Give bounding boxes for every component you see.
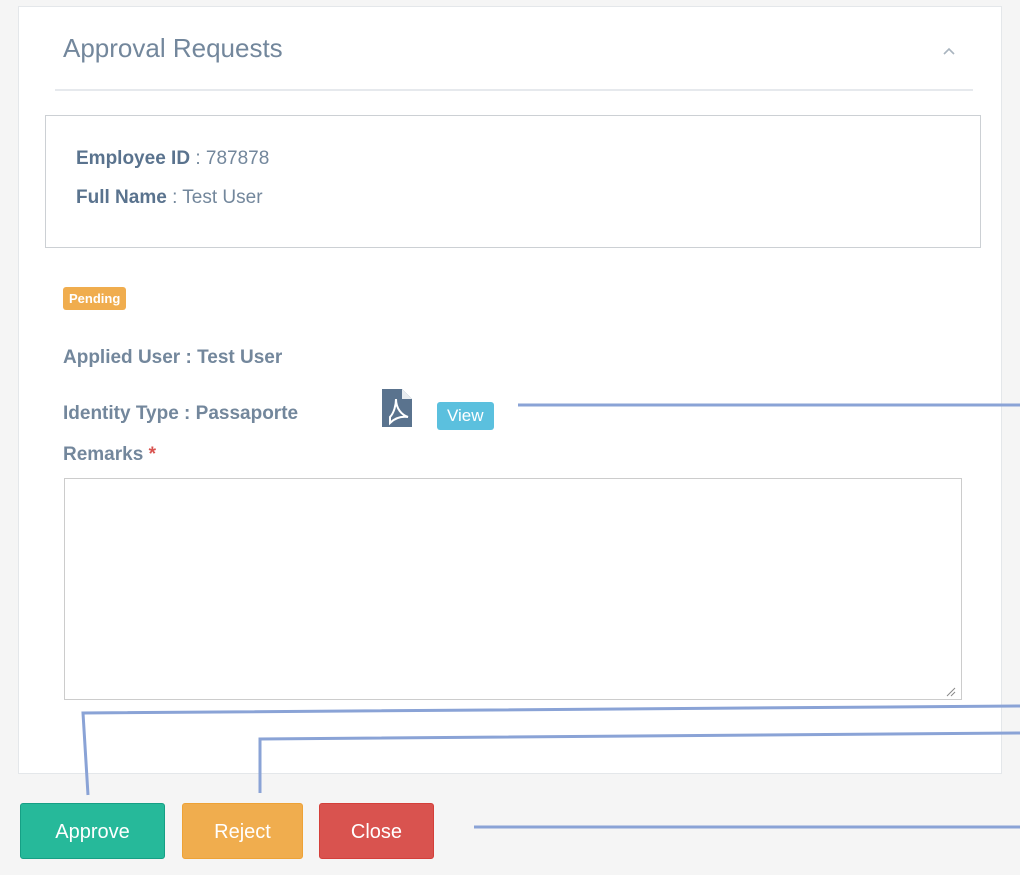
employee-id-label: Employee ID bbox=[76, 148, 191, 169]
approve-button[interactable]: Approve bbox=[20, 803, 165, 859]
full-name-label: Full Name bbox=[76, 187, 167, 208]
applied-user: Applied User : Test User bbox=[63, 347, 283, 368]
view-button[interactable]: View bbox=[437, 402, 494, 430]
approval-panel: Approval Requests Employee ID : 787878 F… bbox=[18, 6, 1002, 774]
remarks-label-text: Remarks bbox=[63, 444, 144, 465]
employee-id-row: Employee ID : 787878 bbox=[76, 148, 269, 170]
employee-info-box: Employee ID : 787878 Full Name : Test Us… bbox=[45, 115, 981, 248]
full-name-row: Full Name : Test User bbox=[76, 187, 263, 209]
status-badge: Pending bbox=[63, 287, 127, 310]
identity-type: Identity Type : Passaporte bbox=[63, 403, 299, 424]
resize-handle-icon[interactable] bbox=[944, 685, 956, 697]
full-name-value: : Test User bbox=[172, 187, 263, 208]
pdf-file-icon[interactable] bbox=[380, 387, 414, 429]
remarks-textarea[interactable] bbox=[64, 478, 962, 700]
reject-button[interactable]: Reject bbox=[182, 803, 303, 859]
panel-title: Approval Requests bbox=[63, 33, 283, 63]
required-marker: * bbox=[148, 444, 156, 465]
remarks-label: Remarks * bbox=[63, 444, 156, 466]
panel-header: Approval Requests bbox=[55, 7, 973, 91]
close-button[interactable]: Close bbox=[319, 803, 434, 859]
employee-id-value: : 787878 bbox=[195, 148, 270, 169]
chevron-up-icon[interactable] bbox=[943, 45, 955, 57]
